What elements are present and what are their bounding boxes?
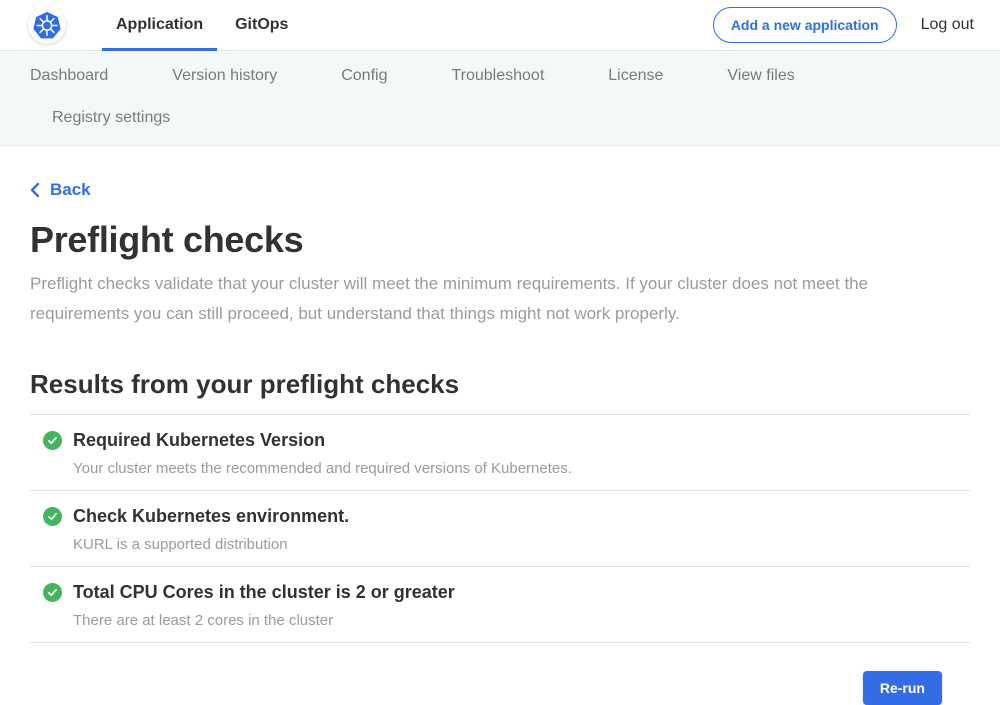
checkmark-glyph — [47, 435, 58, 446]
subnav-item-config[interactable]: Config — [341, 55, 387, 97]
check-row-kubernetes-environment: Check Kubernetes environment. KURL is a … — [30, 491, 970, 567]
back-link[interactable]: Back — [30, 180, 91, 200]
check-message: Your cluster meets the recommended and r… — [73, 460, 970, 477]
check-row-cpu-cores: Total CPU Cores in the cluster is 2 or g… — [30, 567, 970, 643]
check-title: Check Kubernetes environment. — [73, 506, 349, 527]
check-title: Required Kubernetes Version — [73, 430, 325, 451]
tab-application[interactable]: Application — [100, 0, 219, 51]
kubernetes-logo-icon — [28, 6, 66, 44]
check-message: There are at least 2 cores in the cluste… — [73, 612, 970, 629]
logout-link[interactable]: Log out — [921, 16, 974, 34]
check-row-kubernetes-version: Required Kubernetes Version Your cluster… — [30, 415, 970, 491]
tab-gitops[interactable]: GitOps — [219, 0, 304, 51]
check-title: Total CPU Cores in the cluster is 2 or g… — [73, 582, 455, 603]
checkmark-glyph — [47, 511, 58, 522]
check-pass-icon — [43, 431, 62, 450]
primary-tabs: Application GitOps — [100, 0, 304, 51]
rerun-row: Re-run — [30, 643, 970, 705]
page-description-line-1: Preflight checks validate that your clus… — [30, 269, 970, 299]
chevron-left-icon — [30, 182, 40, 198]
top-navbar: Application GitOps Add a new application… — [0, 0, 1000, 51]
page-description: Preflight checks validate that your clus… — [30, 269, 970, 329]
tab-gitops-label: GitOps — [235, 16, 288, 34]
rerun-button[interactable]: Re-run — [863, 671, 942, 705]
subnav-item-dashboard[interactable]: Dashboard — [30, 55, 108, 97]
subnav-item-version-history[interactable]: Version history — [172, 55, 277, 97]
results-heading: Results from your preflight checks — [30, 369, 970, 400]
subnav-item-troubleshoot[interactable]: Troubleshoot — [451, 55, 544, 97]
preflight-check-list: Required Kubernetes Version Your cluster… — [30, 414, 970, 643]
subnav-item-view-files[interactable]: View files — [727, 55, 794, 97]
app-subnav: Dashboard Version history Config Trouble… — [0, 51, 1000, 146]
check-pass-icon — [43, 583, 62, 602]
tab-application-label: Application — [116, 16, 203, 34]
check-pass-icon — [43, 507, 62, 526]
back-link-label: Back — [50, 180, 91, 200]
check-message: KURL is a supported distribution — [73, 536, 970, 553]
page-description-line-2: requirements you can still proceed, but … — [30, 299, 970, 329]
subnav-item-license[interactable]: License — [608, 55, 663, 97]
preflight-page: Back Preflight checks Preflight checks v… — [0, 146, 1000, 705]
page-title: Preflight checks — [30, 219, 970, 261]
add-new-application-button[interactable]: Add a new application — [713, 7, 897, 43]
check-head: Check Kubernetes environment. — [43, 506, 970, 527]
subnav-item-registry-settings[interactable]: Registry settings — [52, 97, 170, 139]
check-head: Required Kubernetes Version — [43, 430, 970, 451]
check-head: Total CPU Cores in the cluster is 2 or g… — [43, 582, 970, 603]
kubernetes-helm-icon — [31, 9, 63, 41]
checkmark-glyph — [47, 587, 58, 598]
